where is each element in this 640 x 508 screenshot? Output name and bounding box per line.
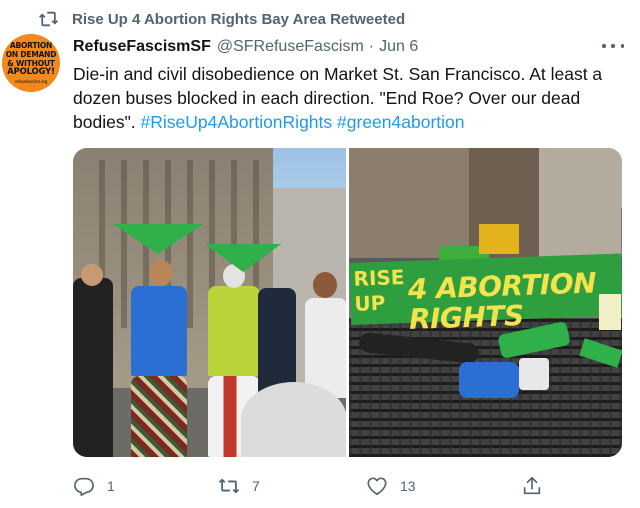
hashtag-link[interactable]: #RiseUp4AbortionRights (141, 112, 333, 132)
retweet-count: 7 (252, 478, 260, 494)
tweet-header: RefuseFascismSF @SFRefuseFascism · Jun 6 (73, 36, 418, 58)
tweet-media: RISE UP 4 ABORTION RIGHTS (73, 148, 622, 457)
banner-line-3: 4 ABORTION RIGHTS (407, 266, 597, 336)
banner-line-2: UP (354, 290, 386, 316)
reply-icon (74, 477, 94, 496)
retweet-banner-text[interactable]: Rise Up 4 Abortion Rights Bay Area Retwe… (72, 11, 405, 28)
separator-dot: · (368, 38, 375, 55)
author-name[interactable]: RefuseFascismSF (73, 38, 211, 56)
more-options-icon[interactable] (602, 38, 624, 54)
banner-line-1: RISE (353, 265, 405, 291)
like-count: 13 (400, 478, 416, 494)
share-button[interactable] (521, 474, 543, 498)
avatar[interactable]: ABORTION ON DEMAND & WITHOUT APOLOGY! re… (2, 34, 60, 92)
share-icon (523, 476, 541, 495)
tweet-text: Die-in and civil disobedience on Market … (73, 62, 618, 134)
protest-banner: RISE UP 4 ABORTION RIGHTS (349, 253, 622, 336)
tweet-actions: 1 7 13 (73, 474, 613, 498)
avatar-logo-text: ABORTION ON DEMAND & WITHOUT APOLOGY! re… (5, 40, 57, 84)
like-button[interactable]: 13 (366, 474, 416, 498)
media-photo-left[interactable] (73, 148, 346, 457)
retweet-icon (39, 11, 59, 27)
retweet-button[interactable]: 7 (218, 474, 260, 498)
heart-icon (367, 477, 387, 496)
author-handle[interactable]: @SFRefuseFascism (217, 38, 364, 56)
media-photo-right[interactable]: RISE UP 4 ABORTION RIGHTS (349, 148, 622, 457)
retweet-icon (218, 478, 240, 494)
tweet-date[interactable]: Jun 6 (379, 38, 418, 56)
hashtag-link[interactable]: #green4abortion (337, 112, 464, 132)
retweet-banner[interactable]: Rise Up 4 Abortion Rights Bay Area Retwe… (38, 9, 405, 29)
reply-count: 1 (107, 478, 115, 494)
reply-button[interactable]: 1 (73, 474, 115, 498)
